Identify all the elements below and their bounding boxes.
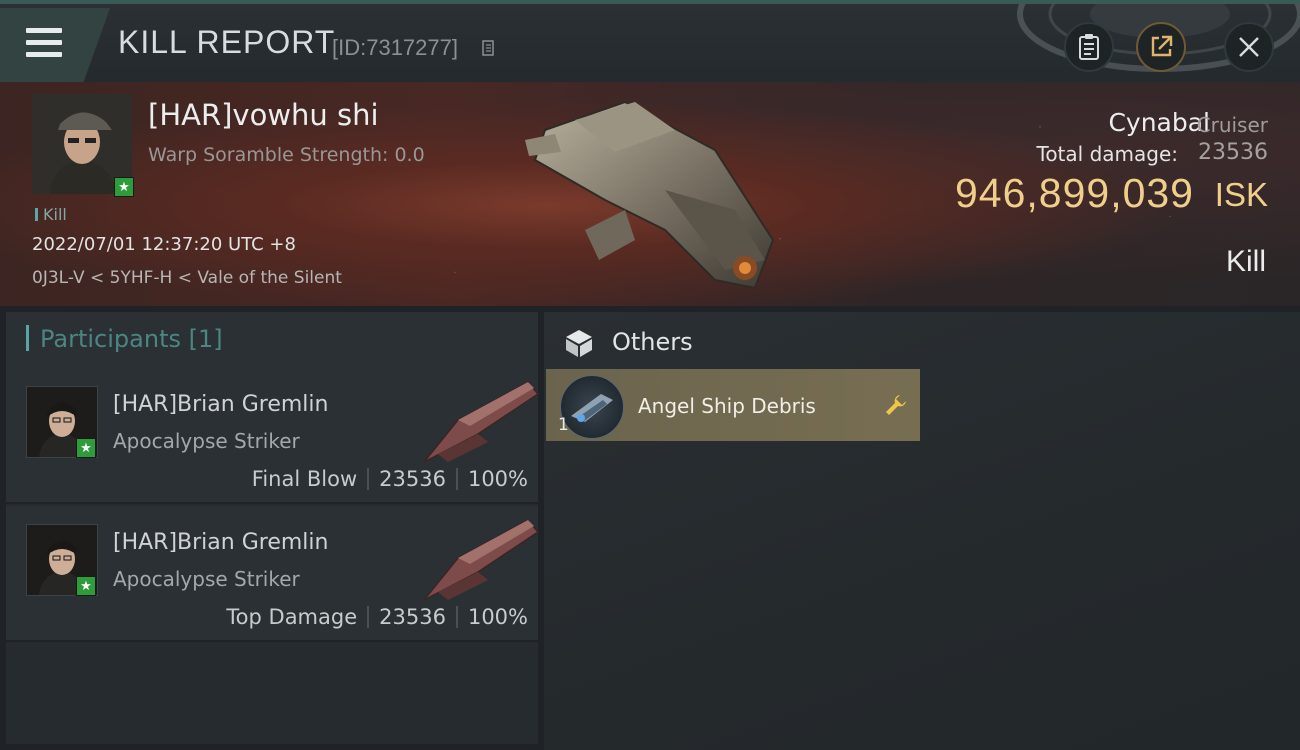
report-id: [ID:7317277] (332, 35, 458, 60)
participant-ship: Apocalypse Striker (113, 429, 300, 453)
standing-badge-icon: ★ (114, 177, 134, 197)
participant-role: Final Blow (251, 467, 358, 491)
participant-ship-image (423, 381, 540, 463)
participant-ship: Apocalypse Striker (113, 567, 300, 591)
kill-result-label: Kill (1225, 245, 1266, 278)
menu-button[interactable] (0, 8, 110, 82)
isk-unit: ISK (1214, 176, 1268, 213)
total-damage-value: 23536 (1198, 140, 1268, 165)
participant-stats: Top Damage 23536 100% (226, 605, 528, 629)
cube-icon (566, 330, 592, 357)
participant-row[interactable]: ★ [HAR]Brian Gremlin Apocalypse Striker … (6, 506, 540, 642)
victim-ship-name[interactable]: Cynabal (1108, 108, 1210, 137)
participant-ship-image (423, 519, 540, 601)
kill-location[interactable]: 0J3L-V < 5YHF-H < Vale of the Silent (32, 268, 342, 288)
participants-title: Participants [1] (40, 325, 223, 353)
wrench-icon[interactable] (884, 393, 908, 417)
standing-badge-icon: ★ (76, 438, 96, 458)
warp-scramble-strength: Warp Soramble Strength: 0.0 (148, 144, 425, 166)
isk-value: 946,899,039 (954, 170, 1194, 216)
loot-quantity: 1 (558, 415, 569, 435)
others-title: Others (612, 328, 693, 356)
participant-damage: 23536 (379, 605, 446, 629)
kill-timestamp: 2022/07/01 12:37:20 UTC +8 (32, 234, 296, 255)
victim-ship-image (525, 100, 775, 290)
others-panel: Others 1 Angel Ship Debris (544, 312, 1300, 750)
hamburger-menu-icon (26, 28, 62, 58)
ship-debris-icon (560, 375, 624, 439)
total-damage-label: Total damage: (1036, 142, 1179, 166)
participant-role: Top Damage (226, 605, 358, 629)
participant-percent: 100% (467, 467, 528, 491)
participant-stats: Final Blow 23536 100% (252, 467, 528, 491)
victim-summary: ★ [HAR]vowhu shi Warp Soramble Strength:… (0, 82, 1300, 306)
kill-type-tag: Kill (35, 205, 67, 224)
share-button[interactable] (1136, 22, 1186, 72)
page-title: KILL REPORT (118, 24, 336, 60)
clipboard-button[interactable] (1064, 22, 1114, 72)
participants-panel: Participants [1] ★ [HAR]Brian Gremlin Ap… (6, 312, 540, 744)
victim-ship-class: Cruiser (1196, 113, 1268, 137)
top-bar: KILL REPORT [ID:7317277] (0, 0, 1300, 86)
clipboard-icon (1079, 34, 1099, 60)
standing-badge-icon: ★ (76, 576, 96, 596)
victim-name[interactable]: [HAR]vowhu shi (148, 98, 379, 132)
participants-header: Participants [1] (6, 312, 538, 368)
copy-icon[interactable] (482, 40, 496, 58)
close-icon (1239, 37, 1259, 57)
close-button[interactable] (1224, 22, 1274, 72)
loot-name: Angel Ship Debris (638, 394, 816, 418)
loot-item[interactable]: 1 Angel Ship Debris (546, 369, 920, 441)
share-icon (1151, 35, 1173, 57)
participant-row[interactable]: ★ [HAR]Brian Gremlin Apocalypse Striker … (6, 368, 540, 504)
participant-name[interactable]: [HAR]Brian Gremlin (113, 530, 328, 555)
participant-damage: 23536 (379, 467, 446, 491)
participant-percent: 100% (467, 605, 528, 629)
participant-name[interactable]: [HAR]Brian Gremlin (113, 392, 328, 417)
